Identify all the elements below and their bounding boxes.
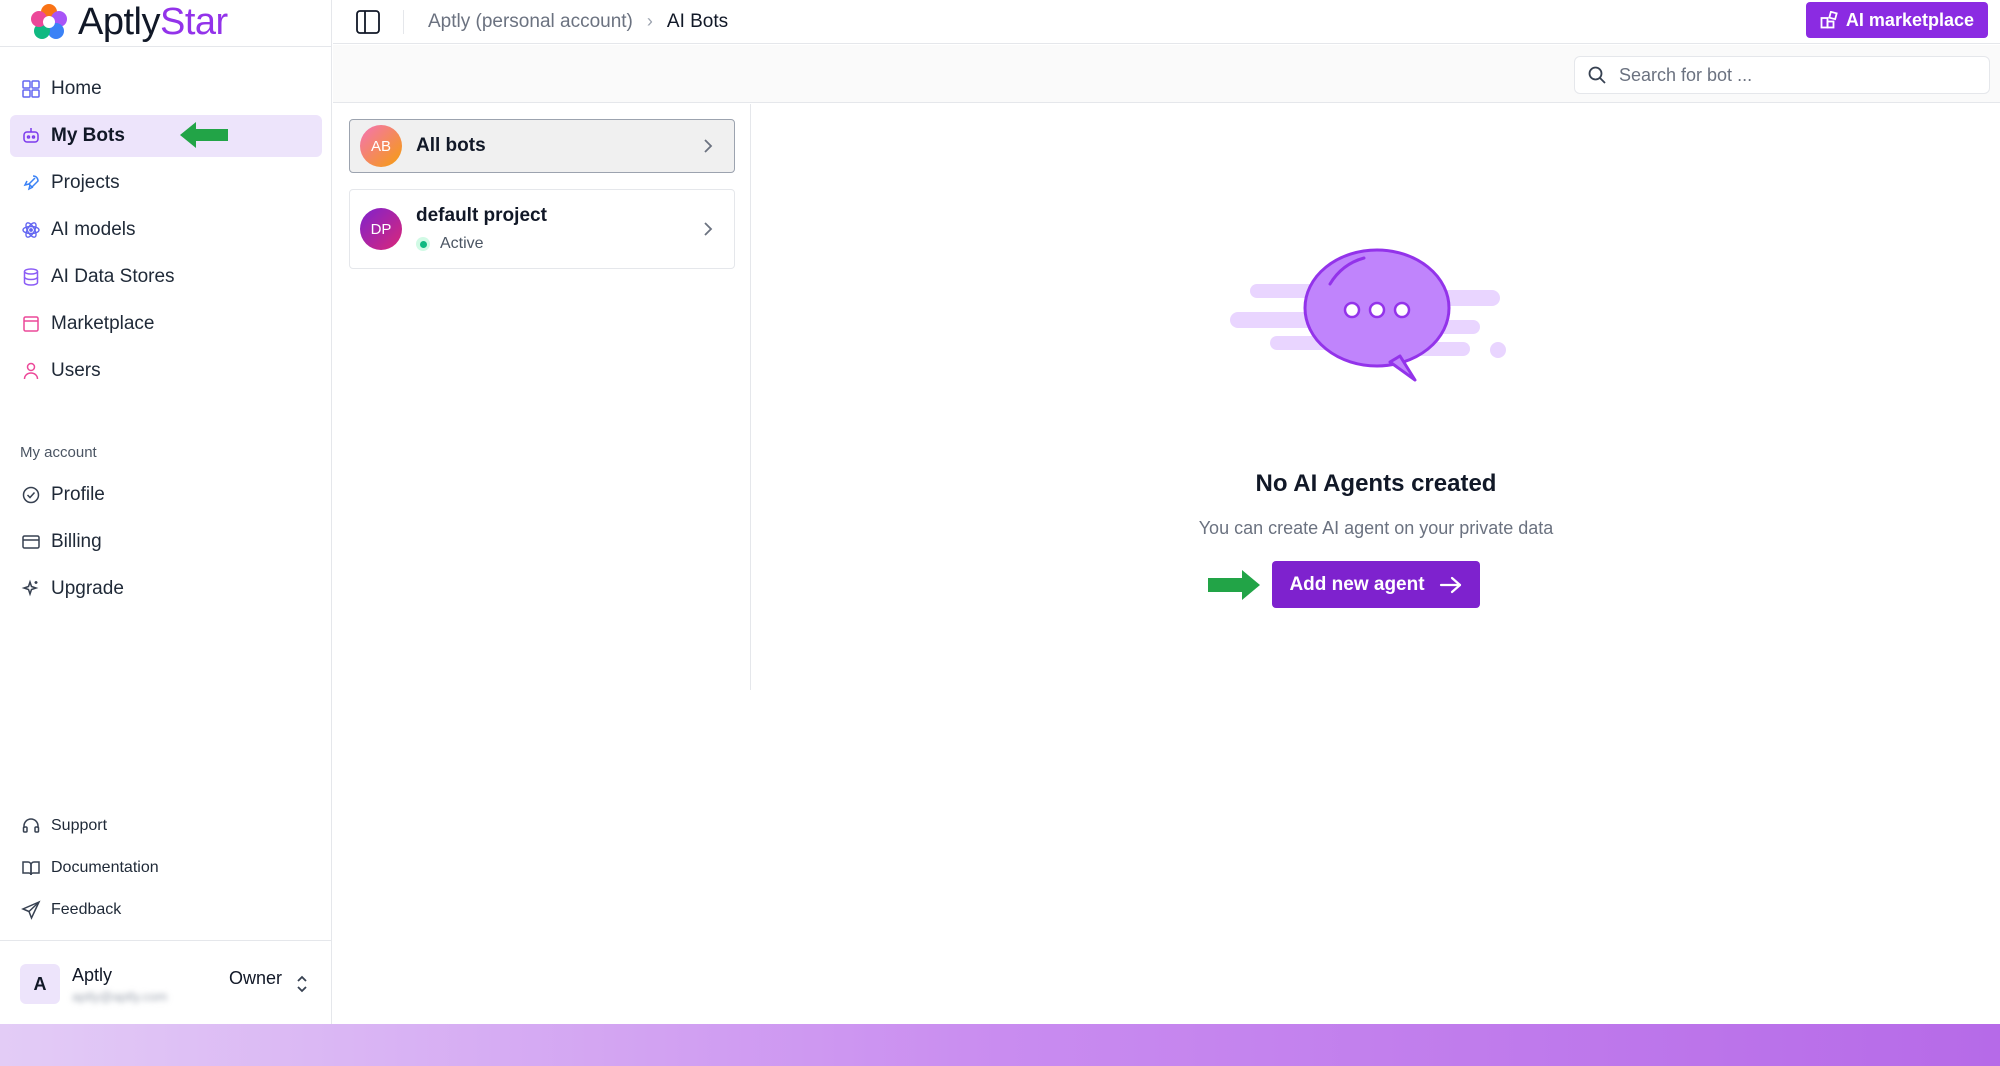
sidebar-item-projects[interactable]: Projects	[10, 162, 322, 204]
credit-card-icon	[20, 531, 42, 553]
send-icon	[20, 899, 42, 921]
breadcrumb-current: AI Bots	[666, 10, 729, 32]
search-box[interactable]	[1574, 56, 1990, 94]
brand-logo[interactable]: AptlyStar	[28, 0, 228, 44]
avatar: A	[20, 964, 60, 1004]
search-icon	[1588, 66, 1606, 84]
bottom-gradient-strip	[0, 1024, 2000, 1066]
atom-icon	[20, 219, 42, 241]
chevron-right-icon	[696, 217, 720, 241]
check-circle-icon	[20, 484, 42, 506]
empty-state: No AI Agents created You can create AI a…	[752, 104, 2000, 1004]
add-new-agent-label: Add new agent	[1289, 573, 1425, 595]
database-icon	[20, 266, 42, 288]
sidebar-item-label: Home	[51, 78, 102, 99]
divider	[403, 9, 404, 34]
search-input[interactable]	[1619, 64, 1979, 86]
grid-icon	[20, 78, 42, 100]
avatar: DP	[360, 208, 402, 250]
sidebar-item-ai-data-stores[interactable]: AI Data Stores	[10, 256, 322, 298]
sidebar-item-label: Upgrade	[51, 578, 124, 599]
top-bar: Aptly (personal account) › AI Bots AI ma…	[333, 0, 2000, 44]
bot-icon	[20, 125, 42, 147]
sidebar-item-profile[interactable]: Profile	[10, 474, 322, 516]
account-nav: Profile Billing Upgrade	[10, 474, 322, 615]
breadcrumb-account[interactable]: Aptly (personal account)	[428, 11, 633, 33]
logo-icon	[31, 4, 67, 39]
project-name: default project	[416, 205, 547, 226]
chevron-up-down-icon[interactable]	[292, 970, 312, 998]
sidebar-item-label: Feedback	[51, 901, 122, 918]
toolbar	[333, 45, 2000, 103]
chat-bubble-illustration	[1230, 248, 1506, 382]
user-role: Owner	[228, 967, 282, 988]
sidebar-item-billing[interactable]: Billing	[10, 521, 322, 563]
project-info: default project Active	[416, 205, 696, 253]
breadcrumb: Aptly (personal account) › AI Bots	[428, 11, 728, 33]
sidebar-item-label: My Bots	[51, 125, 125, 146]
project-card-default-project[interactable]: DP default project Active	[349, 189, 735, 269]
project-card-all-bots[interactable]: AB All bots	[349, 119, 735, 173]
store-icon	[20, 313, 42, 335]
sparkles-icon	[20, 578, 42, 600]
empty-state-subtitle: You can create AI agent on your private …	[1198, 518, 1554, 538]
avatar: AB	[360, 125, 402, 167]
sidebar-item-users[interactable]: Users	[10, 350, 322, 392]
status-label: Active	[440, 235, 484, 252]
section-label-my-account: My account	[20, 444, 97, 461]
status-badge: Active	[416, 235, 696, 253]
user-account-switcher[interactable]: A Aptly aptly@aptly.com Owner	[20, 960, 312, 1008]
user-email: aptly@aptly.com	[72, 988, 168, 1004]
status-dot-icon	[416, 237, 430, 251]
divider	[0, 940, 332, 941]
sidebar-item-support[interactable]: Support	[10, 808, 322, 844]
rocket-icon	[20, 172, 42, 194]
headset-icon	[20, 815, 42, 837]
project-info: All bots	[416, 135, 696, 157]
widgets-icon	[1820, 11, 1838, 29]
sidebar-item-label: Billing	[51, 531, 102, 552]
panel-toggle-icon[interactable]	[353, 7, 383, 37]
add-new-agent-button[interactable]: Add new agent	[1272, 561, 1480, 608]
sidebar-item-label: Marketplace	[51, 313, 155, 334]
sidebar-item-marketplace[interactable]: Marketplace	[10, 303, 322, 345]
user-icon	[20, 360, 42, 382]
sidebar-item-upgrade[interactable]: Upgrade	[10, 568, 322, 610]
user-name: Aptly	[72, 964, 113, 985]
brand-name: AptlyStar	[78, 1, 228, 43]
user-info: Aptly aptly@aptly.com	[72, 965, 229, 1004]
sidebar-item-label: AI models	[51, 219, 136, 240]
sidebar-item-label: Users	[51, 360, 101, 381]
sidebar-item-label: Support	[51, 817, 108, 834]
sidebar-item-documentation[interactable]: Documentation	[10, 850, 322, 886]
help-nav: Support Documentation Feedback	[10, 808, 322, 934]
book-icon	[20, 857, 42, 879]
sidebar-item-my-bots[interactable]: My Bots	[10, 115, 322, 157]
sidebar-item-label: Projects	[51, 172, 120, 193]
chevron-right-icon: ›	[646, 11, 653, 31]
sidebar-item-ai-models[interactable]: AI models	[10, 209, 322, 251]
chevron-right-icon	[696, 134, 720, 158]
ai-marketplace-label: AI marketplace	[1845, 9, 1974, 30]
project-name: All bots	[416, 135, 486, 156]
arrow-right-icon	[1439, 576, 1461, 593]
sidebar: AptlyStar Home My Bots Projects AI model…	[0, 0, 332, 1024]
sidebar-item-home[interactable]: Home	[10, 68, 322, 110]
sidebar-item-label: Documentation	[51, 859, 159, 876]
divider	[0, 46, 332, 47]
annotation-arrow-right-icon	[1208, 570, 1260, 600]
sidebar-item-label: Profile	[51, 484, 105, 505]
project-list: AB All bots DP default project Active	[333, 104, 751, 690]
main-nav: Home My Bots Projects AI models AI Data …	[10, 68, 322, 397]
sidebar-item-feedback[interactable]: Feedback	[10, 892, 322, 928]
ai-marketplace-button[interactable]: AI marketplace	[1805, 2, 1988, 38]
sidebar-item-label: AI Data Stores	[51, 266, 175, 287]
annotation-arrow-left-icon	[180, 122, 228, 148]
empty-state-title: No AI Agents created	[1255, 470, 1497, 497]
